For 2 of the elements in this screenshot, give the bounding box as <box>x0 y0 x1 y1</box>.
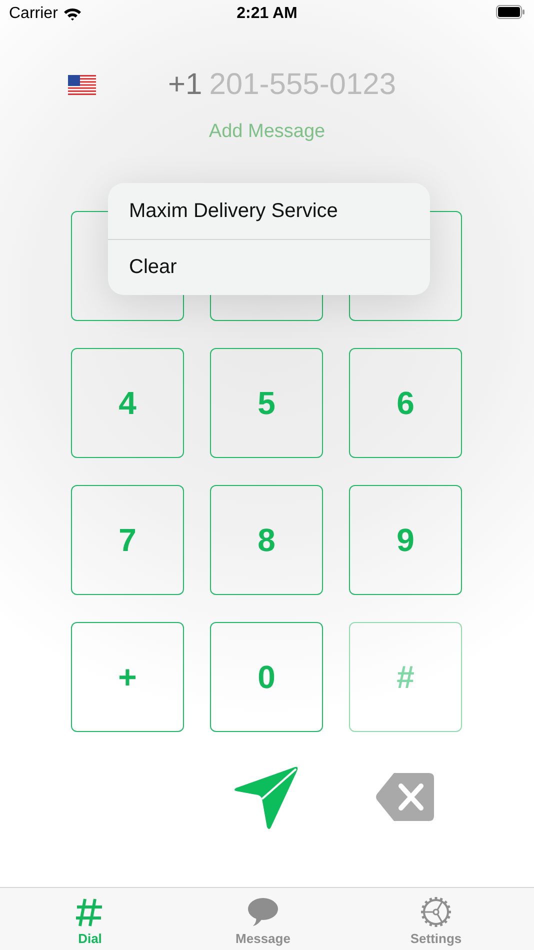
clock-time: 2:21 AM <box>236 5 298 22</box>
carrier-label: Carrier <box>9 5 58 23</box>
